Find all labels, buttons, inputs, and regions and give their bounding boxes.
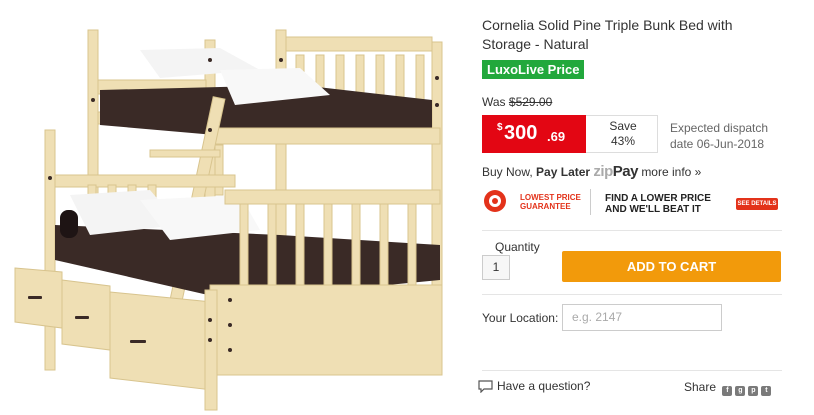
see-details-button[interactable]: SEE DETAILS bbox=[736, 198, 778, 210]
price-dollars: 300 bbox=[504, 122, 538, 144]
share-label: Share bbox=[684, 380, 717, 394]
guarantee-message: FIND A LOWER PRICE AND WE'LL BEAT IT bbox=[605, 193, 711, 215]
product-image[interactable] bbox=[0, 0, 460, 415]
product-page: Cornelia Solid Pine Triple Bunk Bed with… bbox=[0, 0, 814, 415]
lowest-price-guarantee-banner[interactable]: LOWEST PRICE GUARANTEE FIND A LOWER PRIC… bbox=[482, 186, 782, 222]
divider bbox=[482, 370, 782, 371]
was-label: Was bbox=[482, 95, 506, 109]
save-info: Save 43% bbox=[587, 119, 659, 149]
guarantee-line2: AND WE'LL BEAT IT bbox=[605, 204, 701, 215]
add-to-cart-button[interactable]: ADD TO CART bbox=[562, 251, 781, 282]
guarantee-badge-line1: LOWEST PRICE bbox=[520, 193, 581, 202]
guarantee-seal-icon bbox=[484, 190, 506, 212]
pinterest-icon[interactable]: p bbox=[748, 386, 759, 396]
was-price: Was $529.00 bbox=[482, 95, 552, 109]
question-text: Have a question? bbox=[497, 379, 591, 393]
zippay-promo[interactable]: Buy Now, Pay Later zipPay more info » bbox=[482, 163, 701, 180]
guarantee-badge-line2: GUARANTEE bbox=[520, 202, 571, 211]
twitter-icon[interactable]: t bbox=[761, 386, 772, 396]
speech-bubble-icon bbox=[478, 380, 493, 394]
zippay-more-info-link[interactable]: more info » bbox=[641, 165, 701, 179]
facebook-icon[interactable]: f bbox=[722, 386, 733, 396]
was-price-value: $529.00 bbox=[508, 95, 553, 109]
location-input[interactable]: e.g. 2147 bbox=[562, 304, 722, 331]
zippay-text: Buy Now, bbox=[482, 165, 533, 179]
divider bbox=[482, 230, 782, 231]
save-label: Save bbox=[609, 119, 637, 133]
current-price: $ 300 .69 bbox=[482, 115, 586, 153]
luxolive-price-badge: LuxoLive Price bbox=[482, 60, 585, 79]
save-percent: 43% bbox=[610, 134, 636, 148]
zippay-logo: zipPay bbox=[593, 163, 638, 180]
quantity-label: Quantity bbox=[495, 240, 540, 254]
zippay-pay-later: Pay Later bbox=[536, 165, 591, 179]
have-a-question-link[interactable]: Have a question? bbox=[478, 379, 591, 394]
expected-dispatch: Expected dispatch date 06-Jun-2018 bbox=[670, 121, 769, 151]
zip-logo-pay: Pay bbox=[612, 163, 639, 180]
price-currency: $ bbox=[497, 122, 503, 133]
location-label: Your Location: bbox=[482, 311, 559, 325]
bunk-bed-illustration bbox=[14, 29, 443, 411]
guarantee-divider bbox=[590, 189, 591, 215]
guarantee-badge-text: LOWEST PRICE GUARANTEE bbox=[520, 193, 581, 211]
zip-logo-zip: zip bbox=[593, 163, 613, 180]
divider bbox=[482, 294, 782, 295]
google-plus-icon[interactable]: g bbox=[735, 386, 746, 396]
price-cents: .69 bbox=[547, 129, 566, 144]
share-bar: Share fgpt bbox=[684, 380, 772, 396]
product-title: Cornelia Solid Pine Triple Bunk Bed with… bbox=[482, 17, 733, 52]
quantity-input[interactable]: 1 bbox=[482, 255, 510, 280]
guarantee-line1: FIND A LOWER PRICE bbox=[605, 193, 711, 204]
price-box: $ 300 .69 Save 43% bbox=[482, 115, 658, 153]
